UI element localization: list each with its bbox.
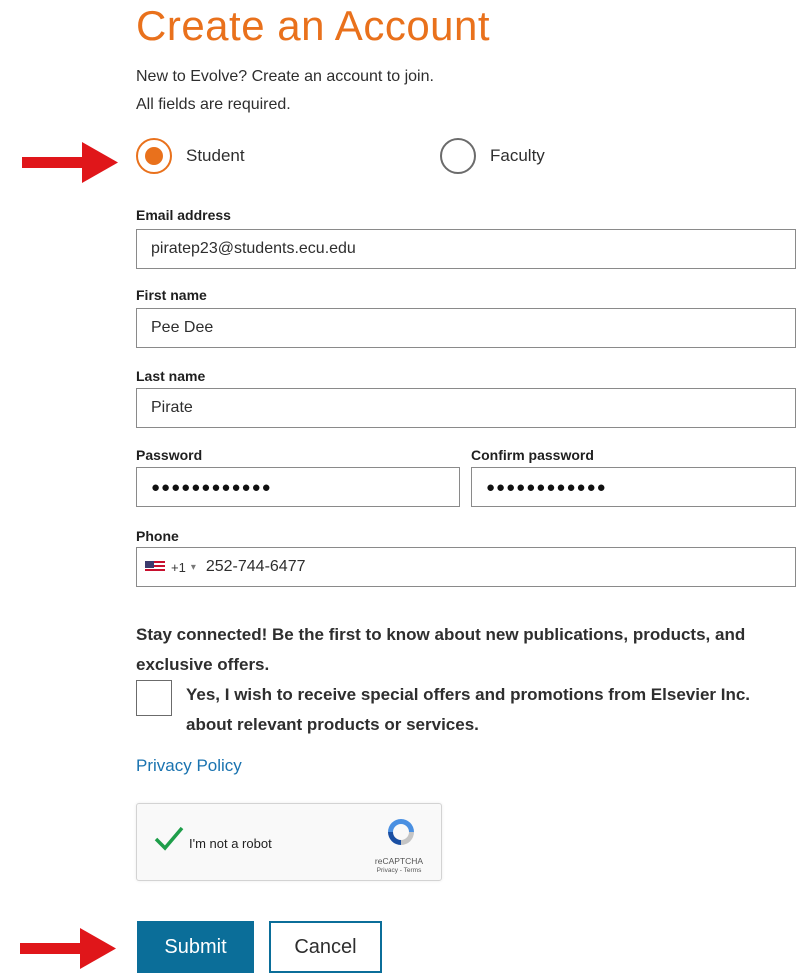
confirm-password-label: Confirm password [471,447,594,463]
student-radio[interactable]: Student [136,138,245,174]
offers-checkbox-label: Yes, I wish to receive special offers an… [186,685,751,734]
recaptcha-brand: reCAPTCHA [374,856,424,866]
password-field[interactable]: ●●●●●●●●●●●● [136,467,460,507]
red-arrow-icon [22,142,118,183]
cancel-button[interactable]: Cancel [269,921,382,973]
phone-value: 252-744-6477 [205,558,306,575]
email-field[interactable]: piratep23@students.ecu.edu [136,229,796,269]
submit-button[interactable]: Submit [137,921,254,973]
last-name-label: Last name [136,368,206,384]
email-label: Email address [136,207,231,223]
first-name-label: First name [136,287,207,303]
chevron-down-icon: ▾ [190,561,196,573]
confirm-password-value: ●●●●●●●●●●●● [486,478,607,496]
email-value: piratep23@students.ecu.edu [151,240,356,257]
privacy-policy-link[interactable]: Privacy Policy [136,756,242,776]
phone-field[interactable]: +1 ▾ 252-744-6477 [136,547,796,587]
required-note: All fields are required. [136,96,291,113]
confirm-password-field[interactable]: ●●●●●●●●●●●● [471,467,796,507]
stay-connected-text: Stay connected! Be the first to know abo… [136,625,746,674]
faculty-radio[interactable]: Faculty [440,138,545,174]
recaptcha-logo-icon [388,819,414,845]
faculty-radio-label: Faculty [490,146,545,165]
last-name-field[interactable]: Pirate [136,388,796,428]
first-name-field[interactable]: Pee Dee [136,308,796,348]
first-name-value: Pee Dee [151,319,214,336]
recaptcha-terms[interactable]: Privacy - Terms [359,867,439,874]
account-type-group: Student Faculty [136,138,796,182]
intro-text: New to Evolve? Create an account to join… [136,68,434,85]
last-name-value: Pirate [151,399,193,416]
country-code: +1 [171,559,186,575]
offers-checkbox[interactable] [136,680,172,716]
red-arrow-icon [20,928,116,969]
page-title: Create an Account [136,2,491,49]
us-flag-icon [145,561,165,573]
radio-selected-icon[interactable] [136,138,172,174]
password-value: ●●●●●●●●●●●● [151,478,272,496]
country-code-selector[interactable]: +1 ▾ [145,560,196,575]
student-radio-label: Student [186,146,245,165]
radio-unselected-icon[interactable] [440,138,476,174]
captcha-label: I'm not a robot [189,836,272,851]
password-label: Password [136,447,203,463]
phone-label: Phone [136,528,179,544]
checkmark-icon[interactable] [153,824,185,852]
recaptcha-widget: I'm not a robot reCAPTCHA Privacy - Term… [136,803,442,881]
